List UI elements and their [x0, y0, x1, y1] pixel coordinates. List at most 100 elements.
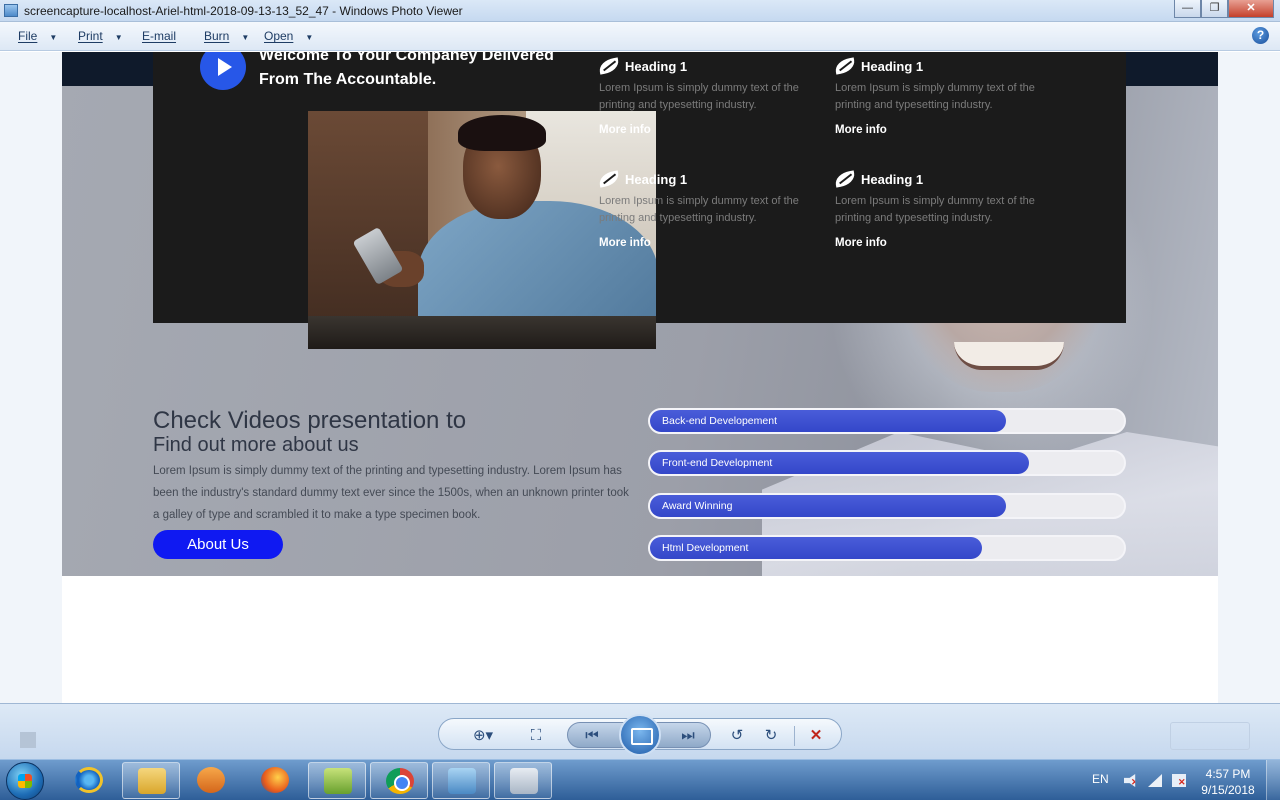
- features-grid: Heading 1 Lorem Ipsum is simply dummy te…: [597, 52, 1079, 322]
- skill-bar: Award Winning: [648, 492, 1126, 519]
- window-controls: — ❐ ✕: [1174, 0, 1274, 18]
- action-center-flag-icon[interactable]: [1172, 774, 1186, 788]
- about-section: Check Videos presentation to Find out mo…: [153, 408, 633, 526]
- ghost-icon: [20, 732, 36, 748]
- chevron-down-icon: ▼: [305, 33, 314, 42]
- skill-label: Html Development: [662, 542, 749, 555]
- minimize-button[interactable]: —: [1174, 0, 1201, 18]
- window-title: screencapture-localhost-Ariel-html-2018-…: [24, 4, 463, 18]
- feature-title: Heading 1: [625, 171, 688, 187]
- menu-print-label: Print: [78, 29, 103, 43]
- start-button[interactable]: [6, 762, 44, 800]
- chevron-down-icon: ▼: [241, 33, 250, 42]
- about-heading: Check Videos presentation to: [153, 407, 467, 434]
- skill-bar-fill: Front-end Development: [650, 452, 1030, 475]
- skill-bar-fill: Award Winning: [650, 494, 1006, 517]
- feature-text: Lorem Ipsum is simply dummy text of the …: [835, 195, 1035, 224]
- skill-bar: Front-end Development: [648, 450, 1126, 477]
- title-bar: screencapture-localhost-Ariel-html-2018-…: [0, 0, 1280, 22]
- menu-burn[interactable]: Burn ▼: [204, 29, 249, 43]
- feature-header: Heading 1: [833, 169, 1055, 189]
- skill-bar-fill: Back-end Developement: [650, 410, 1006, 432]
- system-clock[interactable]: 4:57 PM 9/15/2018: [1196, 766, 1260, 798]
- taskbar-chrome[interactable]: [370, 762, 428, 799]
- restore-button[interactable]: ❐: [1201, 0, 1228, 18]
- clock-time: 4:57 PM: [1205, 767, 1251, 781]
- taskbar-photo-viewer[interactable]: [432, 762, 490, 799]
- editor-icon: [324, 768, 352, 794]
- about-subheading: Find out more about us: [153, 434, 359, 456]
- taskbar-media-player[interactable]: [182, 762, 240, 799]
- about-us-button[interactable]: About Us: [153, 530, 283, 559]
- chevron-down-icon: ▼: [49, 33, 58, 42]
- language-indicator[interactable]: EN: [1092, 772, 1109, 786]
- volume-muted-icon[interactable]: [1124, 774, 1136, 787]
- leaf-icon: [833, 170, 857, 188]
- welcome-heading: Welcome To Your Companey Delivered From …: [259, 52, 554, 88]
- skill-bar: Back-end Developement: [648, 408, 1126, 434]
- more-info-link[interactable]: More info: [835, 124, 1055, 136]
- menu-email[interactable]: E-mail: [142, 29, 176, 43]
- feature-item: Heading 1 Lorem Ipsum is simply dummy te…: [597, 169, 819, 249]
- rotate-clockwise-icon[interactable]: ↻: [759, 726, 783, 746]
- feature-title: Heading 1: [625, 58, 688, 74]
- clock-date: 9/15/2018: [1201, 783, 1255, 797]
- feature-text: Lorem Ipsum is simply dummy text of the …: [835, 82, 1035, 111]
- skill-bar: Html Development: [648, 535, 1126, 562]
- feature-title: Heading 1: [861, 171, 924, 187]
- taskbar-editor[interactable]: [308, 762, 366, 799]
- network-signal-icon[interactable]: [1148, 774, 1162, 787]
- photo-hair: [458, 115, 546, 151]
- leaf-icon: [597, 170, 621, 188]
- leaf-icon: [833, 57, 857, 75]
- feature-header: Heading 1: [597, 56, 819, 76]
- menu-burn-label: Burn: [204, 29, 230, 43]
- taskbar-ie[interactable]: [60, 762, 118, 799]
- chrome-icon: [386, 768, 414, 794]
- menu-open-label: Open: [264, 29, 294, 43]
- photo-wall: [308, 111, 428, 349]
- calculator-icon: [510, 768, 538, 794]
- photo-viewer-icon: [4, 4, 18, 17]
- folder-icon: [138, 768, 166, 794]
- feature-header: Heading 1: [833, 56, 1055, 76]
- feature-text: Lorem Ipsum is simply dummy text of the …: [599, 195, 799, 224]
- media-player-icon: [197, 767, 225, 793]
- feature-text: Lorem Ipsum is simply dummy text of the …: [599, 82, 799, 111]
- menu-file[interactable]: File ▼: [18, 29, 57, 43]
- menu-bar: File ▼ Print ▼ E-mail Burn ▼ Open ▼ ?: [0, 22, 1280, 51]
- feature-item: Heading 1 Lorem Ipsum is simply dummy te…: [833, 56, 1055, 136]
- previous-icon[interactable]: ⏮: [580, 726, 604, 746]
- taskbar-explorer[interactable]: [122, 762, 180, 799]
- menu-email-label: E-mail: [142, 29, 177, 43]
- taskbar-firefox[interactable]: [246, 762, 304, 799]
- chevron-down-icon: ▼: [114, 33, 123, 42]
- feature-item: Heading 1 Lorem Ipsum is simply dummy te…: [833, 169, 1055, 249]
- menu-print[interactable]: Print ▼: [78, 29, 123, 43]
- menu-open[interactable]: Open ▼: [264, 29, 313, 43]
- more-info-link[interactable]: More info: [599, 237, 819, 249]
- skill-label: Award Winning: [662, 499, 733, 512]
- help-icon[interactable]: ?: [1252, 27, 1269, 44]
- photo-viewer-icon: [448, 768, 476, 794]
- next-icon[interactable]: ⏭: [676, 726, 700, 746]
- more-info-link[interactable]: More info: [599, 124, 819, 136]
- about-paragraph: Lorem Ipsum is simply dummy text of the …: [153, 465, 629, 521]
- taskbar: EN 4:57 PM 9/15/2018: [0, 759, 1280, 801]
- skill-label: Back-end Developement: [662, 415, 777, 427]
- image-viewer-area: Welcome To Your Companey Delivered From …: [0, 52, 1280, 703]
- rotate-counterclockwise-icon[interactable]: ↺: [725, 726, 749, 746]
- slideshow-icon[interactable]: [619, 714, 661, 756]
- feature-card: Welcome To Your Companey Delivered From …: [153, 52, 1126, 349]
- delete-icon[interactable]: ✕: [804, 726, 828, 746]
- firefox-icon: [261, 767, 289, 793]
- play-icon[interactable]: [200, 52, 246, 90]
- zoom-icon[interactable]: ⊕▾: [468, 726, 498, 746]
- fit-to-window-icon[interactable]: ⛶: [524, 726, 548, 746]
- more-info-link[interactable]: More info: [835, 237, 1055, 249]
- close-button[interactable]: ✕: [1228, 0, 1274, 18]
- taskbar-calculator[interactable]: [494, 762, 552, 799]
- show-desktop-button[interactable]: [1266, 760, 1280, 801]
- menu-file-label: File: [18, 29, 38, 43]
- leaf-icon: [597, 57, 621, 75]
